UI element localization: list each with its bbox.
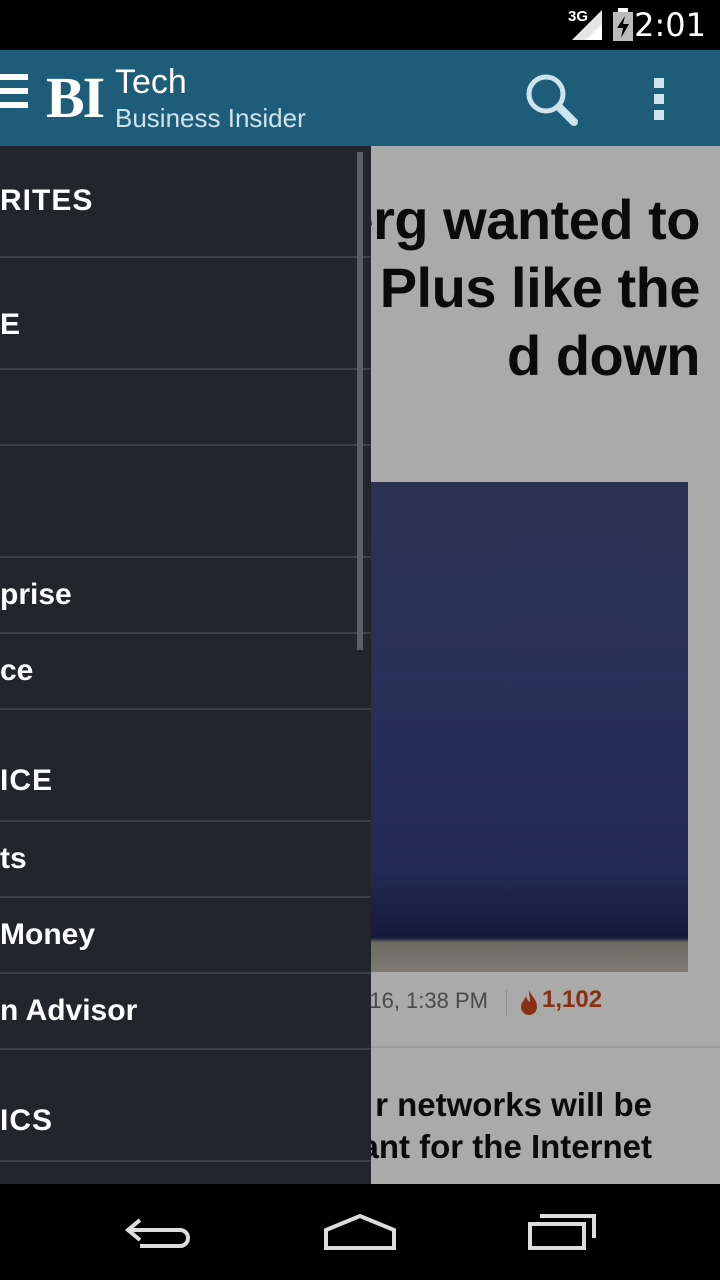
app-title: Tech bbox=[115, 63, 187, 101]
drawer-item-label: ce bbox=[0, 654, 34, 687]
drawer-item-money[interactable]: Money bbox=[0, 898, 371, 974]
drawer-item-label: E bbox=[0, 308, 21, 341]
app-subtitle: Business Insider bbox=[115, 103, 306, 133]
battery-icon bbox=[613, 8, 633, 41]
drawer-item-label: prise bbox=[0, 578, 72, 611]
drawer-section-topics[interactable]: ICS bbox=[0, 1050, 371, 1162]
drawer-item-label: ICS bbox=[0, 1104, 54, 1137]
navigation-drawer[interactable]: RITES E prise ce ICE ts Money n Advisor … bbox=[0, 146, 371, 1184]
drawer-item-label: ts bbox=[0, 842, 27, 875]
drawer-item-2[interactable] bbox=[0, 370, 371, 446]
drawer-scrollbar[interactable] bbox=[357, 152, 363, 650]
drawer-item-1[interactable]: E bbox=[0, 258, 371, 370]
back-icon[interactable] bbox=[120, 1208, 200, 1256]
drawer-item-advisor[interactable]: n Advisor bbox=[0, 974, 371, 1050]
drawer-item-science[interactable]: ce bbox=[0, 634, 371, 710]
clock: 2:01 bbox=[634, 6, 706, 44]
system-nav-bar bbox=[0, 1184, 720, 1280]
signal-icon bbox=[572, 10, 602, 40]
drawer-item-enterprise[interactable]: prise bbox=[0, 558, 371, 634]
menu-icon[interactable] bbox=[0, 74, 28, 122]
drawer-item-label: Money bbox=[0, 918, 96, 951]
title-block[interactable]: Tech Business Insider bbox=[115, 62, 306, 134]
action-bar: BI Tech Business Insider bbox=[0, 50, 720, 146]
drawer-item-label: RITES bbox=[0, 184, 94, 217]
drawer-item-markets[interactable]: ts bbox=[0, 822, 371, 898]
app-logo[interactable]: BI bbox=[46, 64, 105, 131]
drawer-item-favorites[interactable]: RITES bbox=[0, 146, 371, 258]
drawer-section-finance[interactable]: ICE bbox=[0, 710, 371, 822]
drawer-item-label: ICE bbox=[0, 764, 54, 797]
home-icon[interactable] bbox=[320, 1208, 400, 1256]
search-icon[interactable] bbox=[522, 70, 582, 130]
status-bar: 3G 2:01 bbox=[0, 0, 720, 50]
overflow-menu-icon[interactable] bbox=[654, 78, 674, 122]
drawer-item-label: n Advisor bbox=[0, 994, 138, 1027]
drawer-item-3[interactable] bbox=[0, 446, 371, 558]
recents-icon[interactable] bbox=[522, 1208, 602, 1256]
